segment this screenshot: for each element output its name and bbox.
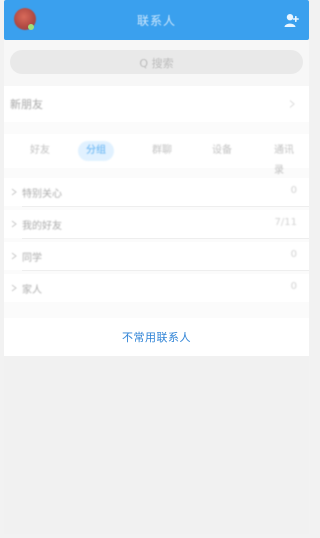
group-name: 我的好友 — [22, 221, 62, 232]
chevron-right-icon — [10, 252, 18, 260]
tab-groups[interactable]: 分组 — [78, 141, 114, 161]
tab-address-book[interactable]: 通讯录 — [266, 141, 309, 176]
group-row[interactable]: 家人 0 — [4, 274, 309, 302]
empty-area — [4, 356, 309, 534]
divider — [22, 270, 309, 271]
chevron-right-icon — [10, 188, 18, 196]
rare-contacts-row[interactable]: 不常用联系人 — [4, 318, 309, 356]
add-contact-svg — [284, 14, 299, 27]
page-title: 联系人 — [136, 14, 176, 28]
rare-contacts-link[interactable]: 不常用联系人 — [4, 329, 309, 345]
group-count: 7/11 — [274, 217, 297, 228]
group-name: 同学 — [22, 253, 42, 264]
new-friends-row[interactable]: 新朋友 — [4, 86, 309, 122]
add-contact-icon[interactable] — [283, 12, 299, 28]
contact-tabs: 好友 分组 群聊 设备 通讯录 — [4, 134, 309, 176]
contacts-panel: 新朋友 好友 分组 群聊 设备 通讯录 特别关心 0 我的好友 7/11 同学 … — [4, 86, 309, 356]
chevron-right-icon — [287, 99, 297, 109]
contacts-screen: 联系人 Q 搜索 新朋友 好友 分组 群聊 设备 通讯录 特别关心 0 我的好友… — [0, 0, 313, 538]
group-row[interactable]: 特别关心 0 — [4, 178, 309, 206]
tab-friends[interactable]: 好友 — [22, 141, 58, 161]
chevron-right-svg — [289, 100, 295, 108]
caret-svg — [11, 220, 17, 228]
divider — [22, 206, 309, 207]
new-friends-label: 新朋友 — [10, 98, 43, 111]
tab-group-chats[interactable]: 群聊 — [144, 141, 180, 161]
group-row[interactable]: 我的好友 7/11 — [4, 210, 309, 238]
top-bar: 联系人 — [4, 0, 309, 40]
group-count: 0 — [290, 281, 297, 292]
search-area: Q 搜索 — [4, 40, 309, 86]
search-placeholder: Q 搜索 — [139, 57, 174, 70]
caret-svg — [11, 284, 17, 292]
caret-svg — [11, 252, 17, 260]
group-count: 0 — [290, 185, 297, 196]
group-name: 家人 — [22, 285, 42, 296]
chevron-right-icon — [10, 220, 18, 228]
group-row[interactable]: 同学 0 — [4, 242, 309, 270]
group-name: 特别关心 — [22, 189, 62, 200]
caret-svg — [11, 188, 17, 196]
tab-devices[interactable]: 设备 — [204, 141, 240, 161]
search-input[interactable]: Q 搜索 — [10, 50, 303, 74]
divider — [22, 238, 309, 239]
chevron-right-icon — [10, 284, 18, 292]
group-count: 0 — [290, 249, 297, 260]
